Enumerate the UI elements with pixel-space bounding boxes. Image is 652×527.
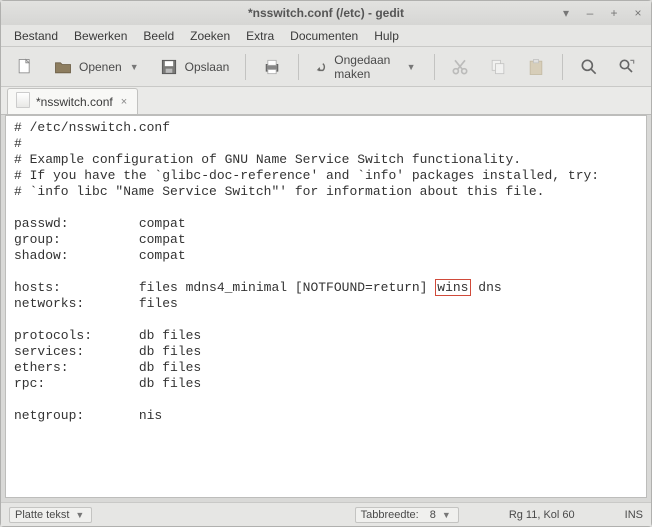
toolbar-separator: [562, 54, 563, 80]
chevron-down-icon: ▼: [73, 510, 86, 520]
syntax-selector[interactable]: Platte tekst ▼: [9, 507, 92, 523]
cut-icon: [450, 57, 470, 77]
search-replace-icon: [617, 57, 637, 77]
window-title: *nsswitch.conf (/etc) - gedit: [248, 6, 404, 20]
chevron-down-icon[interactable]: ▼: [128, 62, 141, 72]
toolbar: Openen ▼ Opslaan Ongedaan maken ▼: [1, 47, 651, 87]
menu-search[interactable]: Zoeken: [183, 27, 237, 45]
cut-button[interactable]: [444, 53, 476, 81]
copy-button[interactable]: [482, 53, 514, 81]
toolbar-separator: [245, 54, 246, 80]
undo-label: Ongedaan maken: [334, 53, 398, 81]
highlighted-text: wins: [435, 279, 470, 296]
file-icon: [16, 92, 30, 111]
menu-help[interactable]: Hulp: [367, 27, 406, 45]
chevron-down-icon: ▼: [440, 510, 453, 520]
document-tab[interactable]: *nsswitch.conf ×: [7, 88, 138, 114]
open-button[interactable]: Openen ▼: [47, 53, 147, 81]
insert-mode: INS: [625, 509, 643, 521]
save-label: Opslaan: [185, 60, 230, 74]
maximize-button[interactable]: +: [607, 6, 621, 20]
open-label: Openen: [79, 60, 122, 74]
save-button[interactable]: Opslaan: [153, 53, 236, 81]
find-replace-button[interactable]: [611, 53, 643, 81]
new-file-icon: [15, 57, 35, 77]
tabwidth-label: Tabbreedte:: [361, 509, 419, 521]
close-tab-button[interactable]: ×: [119, 96, 129, 108]
find-button[interactable]: [573, 53, 605, 81]
undo-button[interactable]: Ongedaan maken ▼: [309, 49, 424, 85]
editor-content[interactable]: # /etc/nsswitch.conf # # Example configu…: [14, 120, 638, 424]
chevron-down-icon[interactable]: ▼: [405, 62, 418, 72]
toolbar-separator: [298, 54, 299, 80]
menu-icon[interactable]: ▾: [559, 6, 573, 20]
menu-view[interactable]: Beeld: [136, 27, 181, 45]
statusbar: Platte tekst ▼ Tabbreedte: 8 ▼ Rg 11, Ko…: [1, 502, 651, 526]
menu-extra[interactable]: Extra: [239, 27, 281, 45]
menu-file[interactable]: Bestand: [7, 27, 65, 45]
menu-documents[interactable]: Documenten: [283, 27, 365, 45]
toolbar-separator: [434, 54, 435, 80]
menubar: Bestand Bewerken Beeld Zoeken Extra Docu…: [1, 25, 651, 47]
tabwidth-selector[interactable]: Tabbreedte: 8 ▼: [355, 507, 459, 523]
menu-edit[interactable]: Bewerken: [67, 27, 134, 45]
paste-button[interactable]: [520, 53, 552, 81]
syntax-label: Platte tekst: [15, 509, 69, 521]
print-button[interactable]: [256, 53, 288, 81]
copy-icon: [488, 57, 508, 77]
undo-icon: [315, 57, 328, 77]
close-button[interactable]: ×: [631, 6, 645, 20]
paste-icon: [526, 57, 546, 77]
editor-area[interactable]: # /etc/nsswitch.conf # # Example configu…: [5, 115, 647, 498]
titlebar: *nsswitch.conf (/etc) - gedit ▾ – + ×: [1, 1, 651, 25]
print-icon: [262, 57, 282, 77]
minimize-button[interactable]: –: [583, 6, 597, 20]
tabstrip: *nsswitch.conf ×: [1, 87, 651, 115]
new-file-button[interactable]: [9, 53, 41, 81]
save-icon: [159, 57, 179, 77]
search-icon: [579, 57, 599, 77]
tabwidth-value: 8: [430, 509, 436, 521]
open-folder-icon: [53, 57, 73, 77]
cursor-position: Rg 11, Kol 60: [509, 509, 575, 521]
tab-label: *nsswitch.conf: [36, 95, 113, 109]
